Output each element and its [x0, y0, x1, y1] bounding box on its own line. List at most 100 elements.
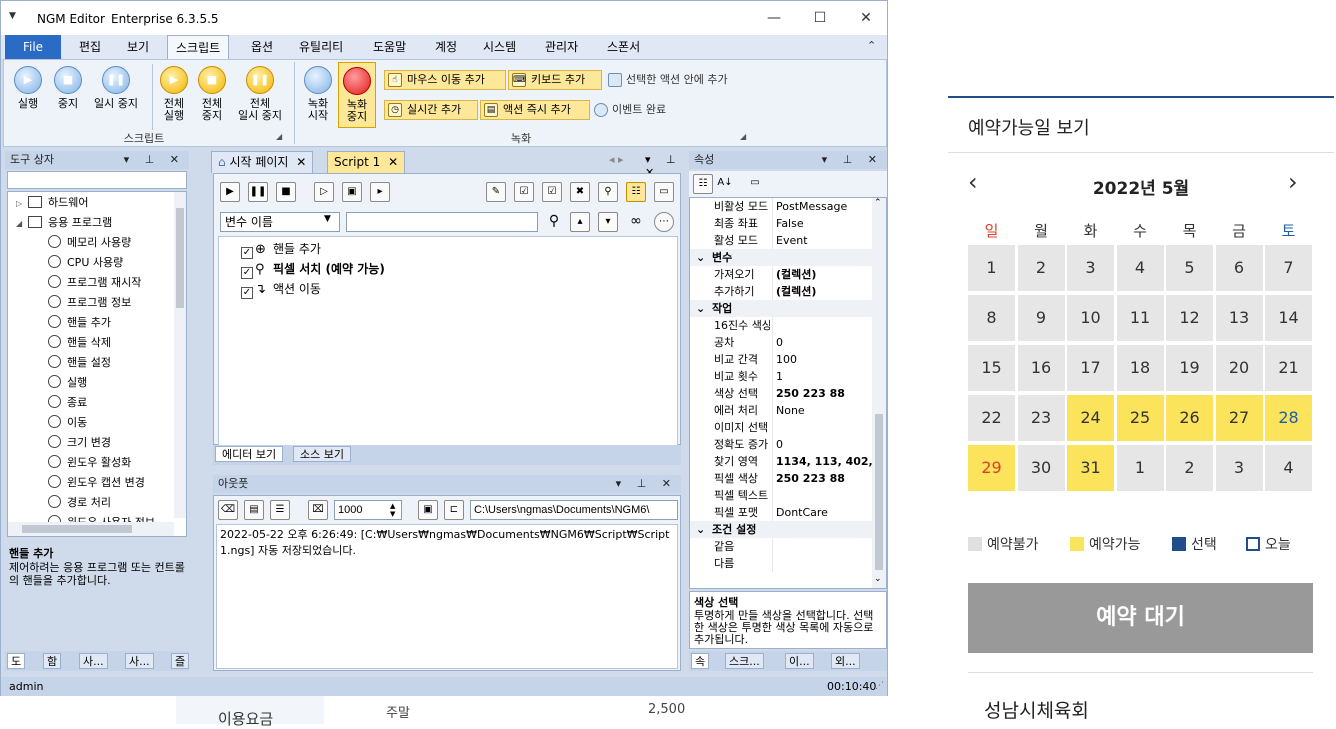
open-folder-icon[interactable]: ⊏	[444, 500, 464, 520]
loop-icon[interactable]: ∞	[626, 212, 646, 232]
property-pages-icon[interactable]: ▭	[745, 174, 765, 194]
toolbox-item[interactable]: 크기 변경	[8, 433, 174, 453]
tab-start-page[interactable]: ⌂ 시작 페이지 ✕	[211, 151, 314, 173]
find-icon[interactable]: ⚲	[598, 182, 618, 202]
step-over-icon[interactable]: ▸	[370, 182, 390, 202]
property-row[interactable]: 픽셀 색상 250 223 88	[690, 470, 872, 487]
menu-system[interactable]: 시스템	[475, 35, 524, 59]
property-value[interactable]: 100	[776, 351, 872, 368]
delete-icon[interactable]: ✖	[570, 182, 590, 202]
calendar-day[interactable]: 24	[1067, 395, 1114, 441]
record-group-expand-icon[interactable]: ◢	[740, 132, 746, 141]
event-done-button[interactable]: 이벤트 완료	[592, 100, 692, 120]
property-row[interactable]: 가져오기 (컬렉션)	[690, 266, 872, 283]
action-checkbox[interactable]: ✓	[241, 287, 253, 299]
tab-script-1-close-icon[interactable]: ✕	[388, 155, 398, 169]
run-all-button[interactable]: ▶ 전체 실행	[154, 66, 194, 122]
alphabetical-icon[interactable]: A↓	[715, 174, 735, 194]
log-lines-icon[interactable]: ☰	[270, 500, 290, 520]
edit-icon[interactable]: ✎	[486, 182, 506, 202]
action-item[interactable]: ✓ ⊕ 핸들 추가	[241, 239, 385, 259]
menu-help[interactable]: 도움말	[365, 35, 414, 59]
toolbox-item[interactable]: 메모리 사용량	[8, 233, 174, 253]
props-scroll-down-icon[interactable]: ⌄	[874, 574, 882, 584]
property-value[interactable]: None	[776, 402, 872, 419]
toolbox-item[interactable]: 프로그램 재시작	[8, 273, 174, 293]
next-month-icon[interactable]: ›	[1288, 168, 1298, 196]
toolbox-item[interactable]: CPU 사용량	[8, 253, 174, 273]
collapse-ribbon-icon[interactable]: ⌃	[867, 39, 876, 52]
property-value[interactable]: 250 223 88	[776, 385, 872, 402]
property-row[interactable]: 비활성 모드 PostMessage	[690, 198, 872, 215]
resize-grip-icon[interactable]: ⋰	[875, 677, 884, 696]
tab-images[interactable]: 이...	[785, 653, 814, 669]
menu-script[interactable]: 스크립트	[167, 35, 230, 59]
check-icon[interactable]: ☑	[514, 182, 534, 202]
action-checkbox[interactable]: ✓	[241, 247, 253, 259]
property-row[interactable]: 픽셀 포맷 DontCare	[690, 504, 872, 521]
toolbox-search-field[interactable]	[7, 171, 187, 189]
property-value[interactable]: Event	[776, 232, 872, 249]
toolbox-hscrollbar[interactable]	[8, 522, 174, 536]
pause-button[interactable]: ❚❚ 일시 중지	[88, 66, 144, 110]
property-value[interactable]: (컬렉션)	[776, 283, 872, 300]
menu-account[interactable]: 계정	[427, 35, 465, 59]
tab-favorites[interactable]: 즐	[171, 653, 190, 669]
property-row[interactable]: 비교 간격 100	[690, 351, 872, 368]
tab-user-2[interactable]: 사...	[125, 653, 154, 669]
reserve-wait-button[interactable]: 예약 대기	[968, 583, 1313, 653]
add-inside-action-button[interactable]: 선택한 액션 안에 추가	[606, 70, 756, 90]
props-vscrollbar[interactable]: ⌃ ⌄	[872, 198, 886, 588]
tab-start-page-close-icon[interactable]: ✕	[296, 155, 306, 169]
tab-properties[interactable]: 속	[691, 653, 710, 669]
toolbox-item[interactable]: 윈도우 활성화	[8, 453, 174, 473]
script-group-expand-icon[interactable]: ◢	[276, 132, 282, 141]
toolbox-vscrollbar[interactable]	[174, 192, 186, 518]
add-keyboard-button[interactable]: ⌨ 키보드 추가	[508, 70, 602, 90]
toolbox-item[interactable]: ◢ 응용 프로그램	[8, 213, 174, 233]
run-from-icon[interactable]: ▷	[314, 182, 334, 202]
property-category[interactable]: ⌄ 조건 설정	[690, 521, 872, 538]
props-vscroll-thumb[interactable]	[875, 414, 883, 570]
menu-admin[interactable]: 관리자	[537, 35, 586, 59]
stop-all-button[interactable]: ■ 전체 중지	[192, 66, 232, 122]
search-up-icon[interactable]: ▴	[570, 212, 590, 232]
log-path-field[interactable]	[470, 500, 678, 520]
tree-view-icon[interactable]: ☷	[626, 182, 646, 202]
monitor-icon[interactable]: ▭	[654, 182, 674, 202]
menu-file[interactable]: File	[5, 35, 61, 59]
menu-sponsor[interactable]: 스폰서	[599, 35, 648, 59]
action-item[interactable]: ✓ ⚲ 픽셀 서치 (예약 가능)	[241, 259, 385, 279]
property-row[interactable]: 16진수 색상	[690, 317, 872, 334]
log-text-area[interactable]: 2022-05-22 오후 6:26:49: [C:₩Users₩ngmas₩D…	[216, 524, 678, 669]
property-row[interactable]: 다름	[690, 555, 872, 572]
tab-scripts[interactable]: 스크...	[725, 653, 764, 669]
stop-button[interactable]: ■ 중지	[48, 66, 88, 110]
run-button[interactable]: ▶ 실행	[8, 66, 48, 110]
tab-editor-view[interactable]: 에디터 보기	[215, 446, 284, 462]
toolbox-item[interactable]: 프로그램 정보	[8, 293, 174, 313]
property-value[interactable]: 1134, 113, 402,	[776, 453, 872, 470]
props-scroll-up-icon[interactable]: ⌃	[874, 198, 882, 208]
property-value[interactable]: 0	[776, 436, 872, 453]
run-icon[interactable]: ▶	[220, 182, 240, 202]
toolbox-hscroll-thumb[interactable]	[22, 525, 132, 533]
tab-external[interactable]: 외...	[831, 653, 860, 669]
property-row[interactable]: 색상 선택 250 223 88	[690, 385, 872, 402]
property-value[interactable]: (컬렉션)	[776, 266, 872, 283]
toolbox-item[interactable]: ▷ 하드웨어	[8, 193, 174, 213]
toolbox-item[interactable]: 실행	[8, 373, 174, 393]
toolbox-item[interactable]: 종료	[8, 393, 174, 413]
tab-functions[interactable]: 함	[43, 653, 62, 669]
calendar-day[interactable]: 25	[1116, 395, 1164, 441]
property-category[interactable]: ⌄ 작업	[690, 300, 872, 317]
pause-icon[interactable]: ❚❚	[248, 182, 268, 202]
tree-expander-icon[interactable]: ◢	[16, 214, 28, 234]
toolbox-item[interactable]: 이동	[8, 413, 174, 433]
tab-scroll-icons[interactable]: ◂ ▸	[609, 153, 624, 166]
menu-view[interactable]: 보기	[119, 35, 157, 59]
check-all-icon[interactable]: ☑	[542, 182, 562, 202]
property-value[interactable]: 0	[776, 334, 872, 351]
properties-panel-controls[interactable]: ▾ ⊥ ✕	[822, 151, 883, 169]
minimize-button[interactable]: —	[751, 1, 797, 35]
